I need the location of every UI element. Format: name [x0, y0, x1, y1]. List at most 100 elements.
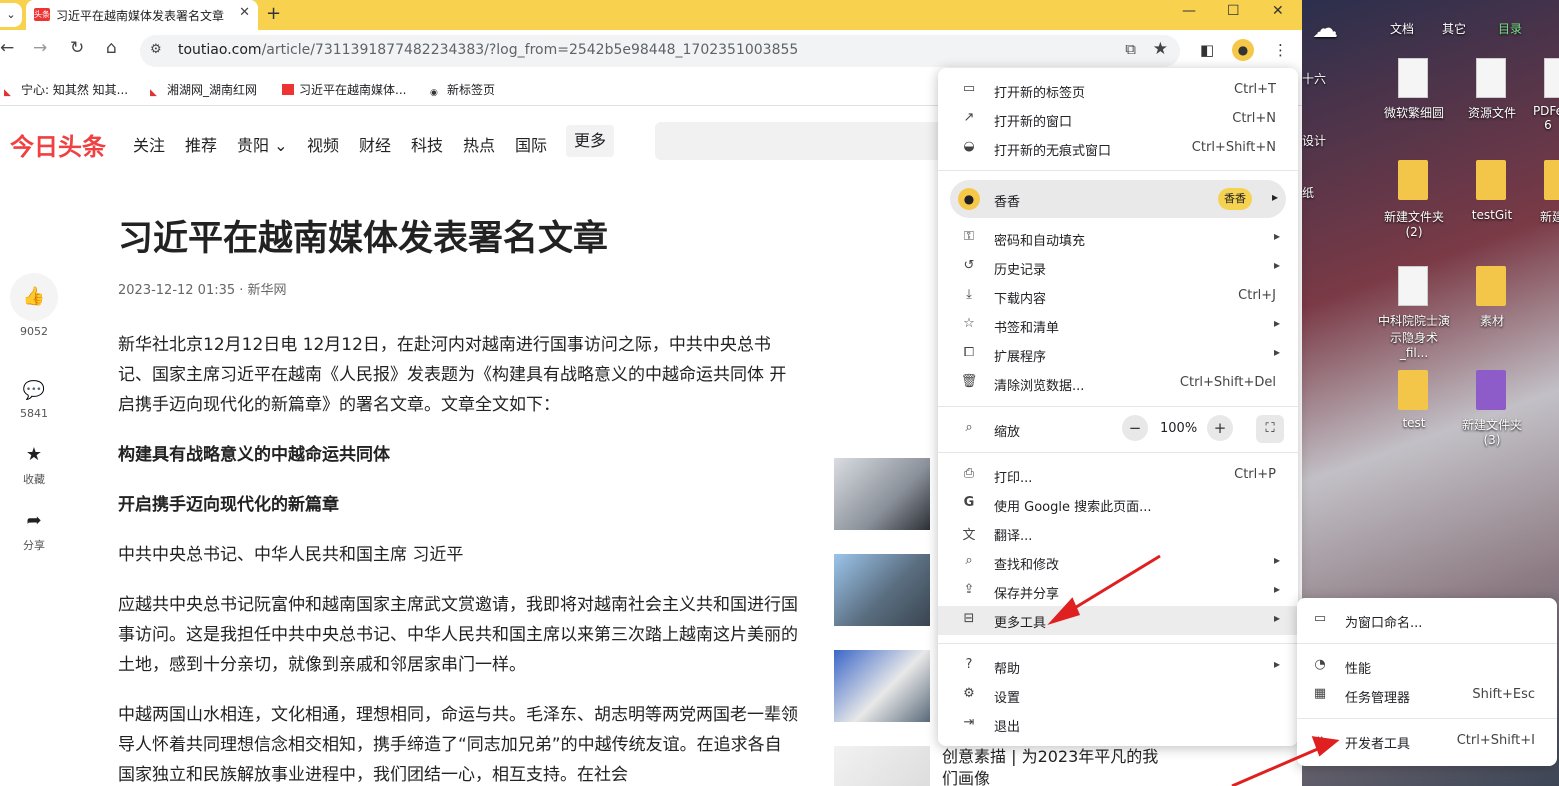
desktop-icon-label[interactable]: 微软繁细圆 — [1382, 104, 1446, 121]
menu-print[interactable]: ⎙ 打印... Ctrl+P — [938, 461, 1298, 490]
menu-new-window[interactable]: ↗ 打开新的窗口 Ctrl+N — [938, 105, 1298, 134]
reload-icon[interactable]: ↻ — [70, 38, 84, 58]
menu-google-search[interactable]: G 使用 Google 搜索此页面... — [938, 490, 1298, 519]
nav-item-city[interactable]: 贵阳 ⌄ — [237, 132, 288, 156]
address-bar[interactable]: ⚙ toutiao.com/article/731139187748223438… — [140, 35, 1180, 67]
bookmark-star-icon[interactable]: ★ — [1153, 39, 1168, 59]
menu-history[interactable]: ↺ 历史记录 ▸ — [938, 253, 1298, 282]
menu-exit[interactable]: ⇥ 退出 — [938, 710, 1298, 739]
cast-icon[interactable]: ⧉ — [1125, 40, 1136, 58]
fullscreen-icon[interactable]: ⛶ — [1256, 415, 1284, 443]
desktop-icon-label[interactable]: 新建文件夹 (2) — [1380, 208, 1448, 239]
desktop-tab[interactable]: 目录 — [1498, 20, 1522, 37]
related-thumbnail[interactable] — [834, 746, 930, 786]
cloud-icon[interactable]: ☁ — [1312, 14, 1338, 44]
chevron-right-icon: ▸ — [1273, 657, 1280, 671]
desktop-tab[interactable]: 其它 — [1442, 20, 1466, 37]
media-file-icon[interactable] — [1398, 266, 1428, 306]
nav-item[interactable]: 财经 — [359, 132, 391, 156]
folder-icon[interactable] — [1398, 160, 1428, 200]
maximize-button[interactable]: ☐ — [1227, 3, 1240, 19]
desktop-icon-label[interactable]: PDFe 6 — [1528, 104, 1559, 132]
desktop-icon-label[interactable]: 素材 — [1460, 312, 1524, 329]
side-panel-icon[interactable]: ◧ — [1200, 41, 1214, 59]
profile-avatar-icon[interactable]: ● — [1232, 39, 1254, 61]
like-button[interactable]: 👍 9052 — [10, 273, 58, 338]
folder-icon[interactable] — [1476, 370, 1506, 410]
site-logo[interactable]: 今日头条 — [10, 127, 106, 162]
desktop-icon-label[interactable]: 新建 — [1532, 208, 1559, 225]
nav-item[interactable]: 推荐 — [185, 132, 217, 156]
zoom-out-button[interactable]: − — [1122, 415, 1148, 441]
related-caption[interactable]: 创意素描 | 为2023年平凡的我们画像 — [942, 746, 1162, 786]
nav-item[interactable]: 国际 — [515, 132, 547, 156]
nav-item[interactable]: 热点 — [463, 132, 495, 156]
submenu-devtools[interactable]: ‹› 开发者工具 Ctrl+Shift+I — [1297, 727, 1557, 756]
folder-icon[interactable] — [1544, 160, 1559, 200]
nav-item[interactable]: 关注 — [133, 132, 165, 156]
menu-new-tab[interactable]: ▭ 打开新的标签页 Ctrl+T — [938, 76, 1298, 105]
home-icon[interactable]: ⌂ — [106, 38, 117, 58]
menu-find[interactable]: ⌕ 查找和修改 ▸ — [938, 548, 1298, 577]
desktop-icon-label[interactable]: 中科院院士演示隐身术_fil... — [1376, 312, 1452, 360]
new-tab-button[interactable]: + — [266, 3, 281, 24]
back-icon[interactable]: ← — [0, 38, 14, 58]
submenu-task-manager[interactable]: ▦ 任务管理器 Shift+Esc — [1297, 681, 1557, 710]
folder-icon[interactable] — [1476, 266, 1506, 306]
code-icon: ‹› — [1314, 732, 1326, 747]
submenu-name-window[interactable]: ▭ 为窗口命名... — [1297, 606, 1557, 635]
font-file-icon[interactable] — [1398, 58, 1428, 98]
puzzle-icon: ⧠ — [963, 345, 975, 360]
related-thumbnail[interactable] — [834, 650, 930, 722]
pdf-icon[interactable] — [1544, 58, 1559, 98]
forward-icon[interactable]: → — [33, 38, 47, 58]
new-window-icon: ↗ — [963, 110, 975, 125]
menu-clear-data[interactable]: 🗑 清除浏览数据... Ctrl+Shift+Del — [938, 369, 1298, 398]
nav-item[interactable]: 科技 — [411, 132, 443, 156]
bookmark-item[interactable]: ◣ 宁心: 知其然 知其... — [4, 81, 128, 99]
menu-extensions[interactable]: ⧠ 扩展程序 ▸ — [938, 340, 1298, 369]
share-button[interactable]: ➦ 分享 — [10, 509, 58, 553]
toutiao-favicon-icon: 头条 — [34, 8, 50, 21]
menu-kebab-icon[interactable]: ⋮ — [1273, 41, 1288, 59]
menu-save-share[interactable]: ⇪ 保存并分享 ▸ — [938, 577, 1298, 606]
bookmark-item[interactable]: ◉ 新标签页 — [430, 81, 495, 99]
document-icon[interactable] — [1476, 58, 1506, 98]
menu-passwords[interactable]: ⚿ 密码和自动填充 ▸ — [938, 224, 1298, 253]
bookmark-item[interactable]: 习近平在越南媒体... — [282, 81, 406, 98]
menu-settings[interactable]: ⚙ 设置 — [938, 681, 1298, 710]
desktop-icon-label[interactable]: testGit — [1460, 208, 1524, 222]
menu-downloads[interactable]: ⤓ 下载内容 Ctrl+J — [938, 282, 1298, 311]
minimize-button[interactable]: — — [1182, 3, 1196, 19]
submenu-performance[interactable]: ◔ 性能 — [1297, 652, 1557, 681]
menu-incognito[interactable]: ◒ 打开新的无痕式窗口 Ctrl+Shift+N — [938, 134, 1298, 163]
menu-help[interactable]: ? 帮助 ▸ — [938, 652, 1298, 681]
comment-button[interactable]: 💬 5841 — [10, 379, 58, 420]
desktop-icon-label[interactable]: test — [1382, 416, 1446, 430]
tab-active[interactable]: 头条 习近平在越南媒体发表署名文章 ✕ — [26, 0, 258, 30]
tab-search-button[interactable]: ⌄ — [0, 3, 22, 27]
bookmark-item[interactable]: ◣ 湘湖网_湖南红网 — [150, 81, 257, 99]
folder-icon[interactable] — [1398, 370, 1428, 410]
menu-profile[interactable]: ● 香香 香香 ▸ — [950, 180, 1286, 218]
menu-bookmarks[interactable]: ☆ 书签和清单 ▸ — [938, 311, 1298, 340]
menu-translate[interactable]: 文翻译... — [938, 519, 1298, 548]
desktop-icon-label[interactable]: 新建文件夹 (3) — [1454, 416, 1530, 447]
zoom-in-button[interactable]: + — [1207, 415, 1233, 441]
desktop-tab[interactable]: 文档 — [1390, 20, 1414, 37]
article-paragraph: 中越两国山水相连，文化相通，理想相同，命运与共。毛泽东、胡志明等两党两国老一辈领… — [118, 705, 798, 785]
desktop-icon-label[interactable]: 资源文件 — [1460, 104, 1524, 121]
window-close-button[interactable]: ✕ — [1272, 3, 1284, 19]
related-thumbnail[interactable] — [834, 554, 930, 626]
menu-divider — [938, 406, 1298, 407]
nav-item[interactable]: 视频 — [307, 132, 339, 156]
tab-close-icon[interactable]: ✕ — [239, 5, 250, 20]
chevron-right-icon: ▸ — [1273, 345, 1280, 359]
site-info-icon[interactable]: ⚙ — [150, 42, 162, 57]
site-search-input[interactable] — [655, 122, 955, 160]
menu-more-tools[interactable]: ⊟ 更多工具 ▸ — [938, 606, 1298, 635]
folder-icon[interactable] — [1476, 160, 1506, 200]
favorite-button[interactable]: ★ 收藏 — [10, 443, 58, 487]
related-thumbnail[interactable] — [834, 458, 930, 530]
nav-more-button[interactable]: 更多 — [566, 125, 614, 157]
